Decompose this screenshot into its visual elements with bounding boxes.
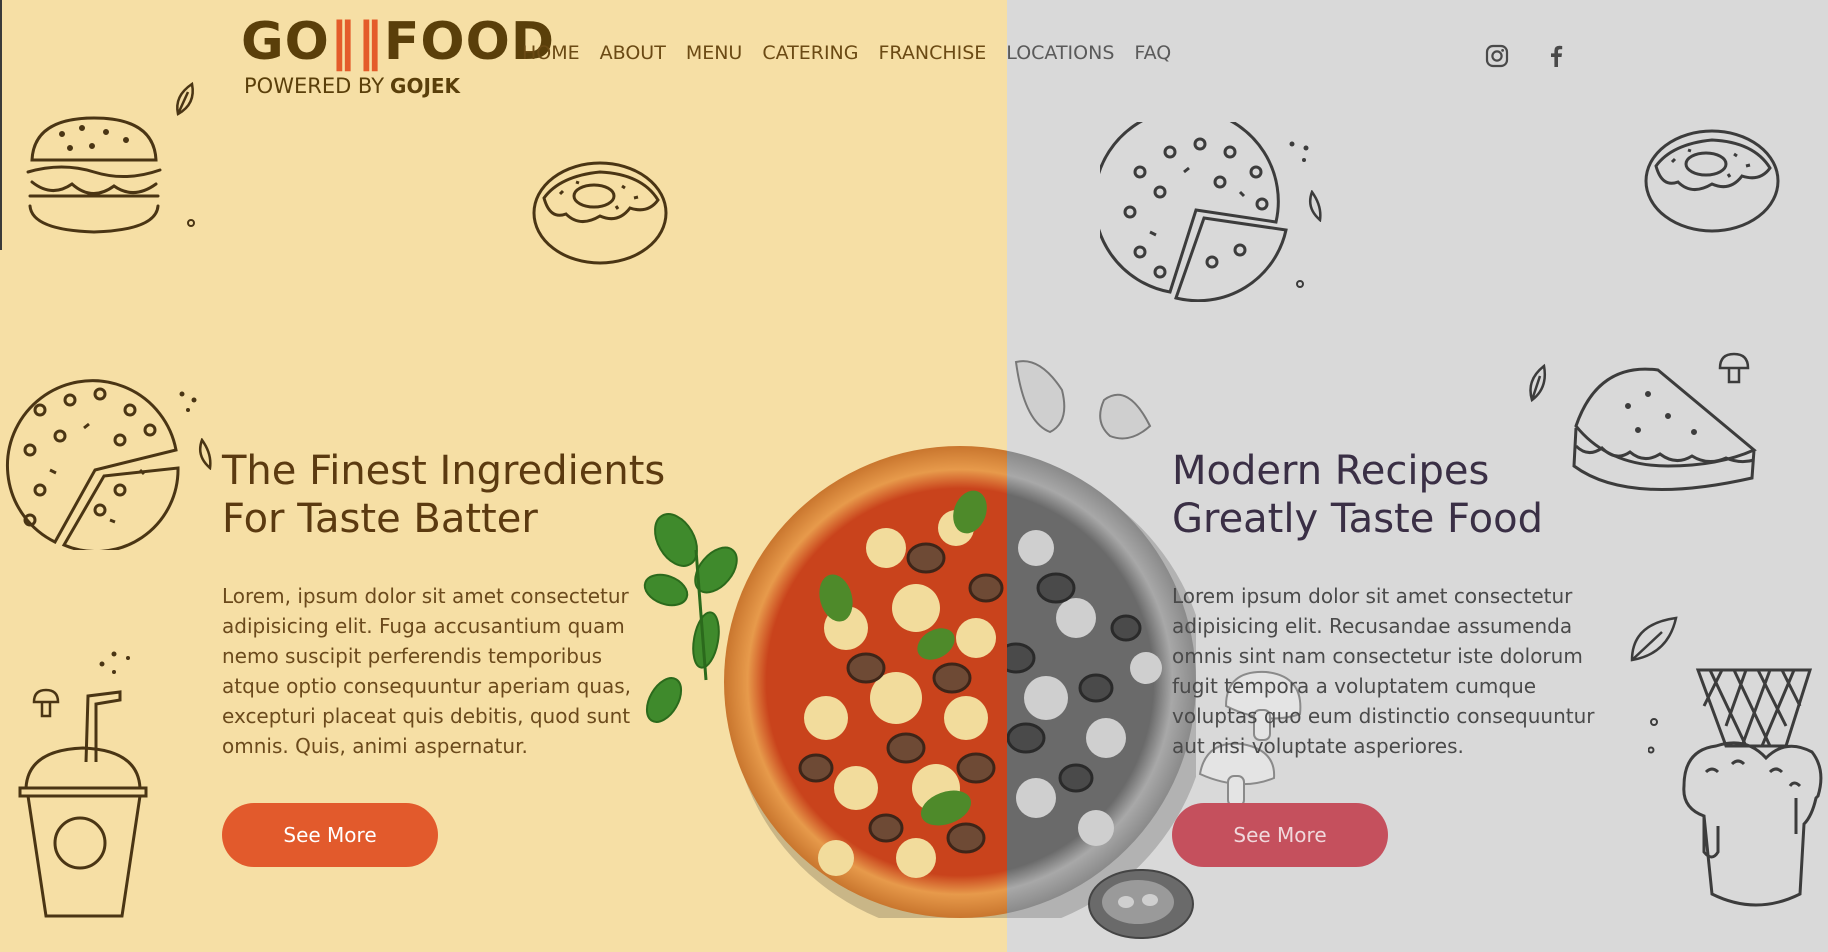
nav-menu[interactable]: MENU <box>686 42 743 64</box>
logo-tagline: POWERED BY GOJEK <box>244 74 461 98</box>
main-nav: HOME ABOUT MENU CATERING FRANCHISE LOCAT… <box>522 42 1191 64</box>
gofood-logo[interactable]: GO‖‖FOOD POWERED BY GOJEK <box>241 14 554 98</box>
nav-franchise[interactable]: FRANCHISE <box>879 42 987 64</box>
leaf-icon <box>199 438 212 470</box>
right-see-more-button[interactable]: See More <box>1172 803 1388 867</box>
instagram-icon[interactable] <box>1484 43 1510 69</box>
nav-catering[interactable]: CATERING <box>762 42 858 64</box>
right-headline: Modern Recipes Greatly Taste Food <box>1172 447 1543 543</box>
nav-about[interactable]: ABOUT <box>600 42 666 64</box>
left-headline-line2: For Taste Batter <box>222 496 538 542</box>
logo-wordmark: GO‖‖FOOD <box>241 12 555 72</box>
sandwich-doodle-icon <box>1572 367 1757 492</box>
leaf-icon <box>1309 190 1322 222</box>
right-headline-line1: Modern Recipes <box>1172 448 1490 494</box>
nav-home[interactable]: HOME <box>522 42 580 64</box>
right-headline-line2: Greatly Taste Food <box>1172 496 1543 542</box>
nav-locations[interactable]: LOCATIONS <box>1006 42 1114 64</box>
donut-doodle-icon <box>532 161 668 265</box>
cup-doodle-icon <box>18 651 148 918</box>
ice-cream-doodle-icon <box>1682 668 1823 907</box>
right-description: Lorem ipsum dolor sit amet consectetur a… <box>1172 584 1595 758</box>
leaf-icon <box>1630 616 1678 662</box>
crumb-dot <box>187 219 195 227</box>
tomato-image <box>1088 869 1194 939</box>
leaf-icon <box>1529 363 1546 403</box>
pizza-image <box>724 446 1196 918</box>
edge-divider <box>0 0 2 250</box>
leaf-icon <box>176 81 194 116</box>
left-description: Lorem, ipsum dolor sit amet consectetur … <box>222 584 632 758</box>
crumb-dot <box>1648 718 1658 754</box>
left-headline-line1: The Finest Ingredients <box>222 448 666 494</box>
pizza-doodle-icon <box>6 379 197 550</box>
basil-leaves-image <box>643 513 738 723</box>
pizza-doodle-icon <box>1100 122 1309 302</box>
facebook-icon[interactable] <box>1543 43 1569 69</box>
donut-doodle-icon <box>1644 129 1780 233</box>
left-see-more-button[interactable]: See More <box>222 803 438 867</box>
burger-doodle-icon <box>26 116 162 234</box>
nav-faq[interactable]: FAQ <box>1134 42 1171 64</box>
garlic-image <box>1014 360 1152 440</box>
left-headline: The Finest Ingredients For Taste Batter <box>222 447 665 543</box>
fork-spoon-icon: ‖‖ <box>329 12 384 72</box>
